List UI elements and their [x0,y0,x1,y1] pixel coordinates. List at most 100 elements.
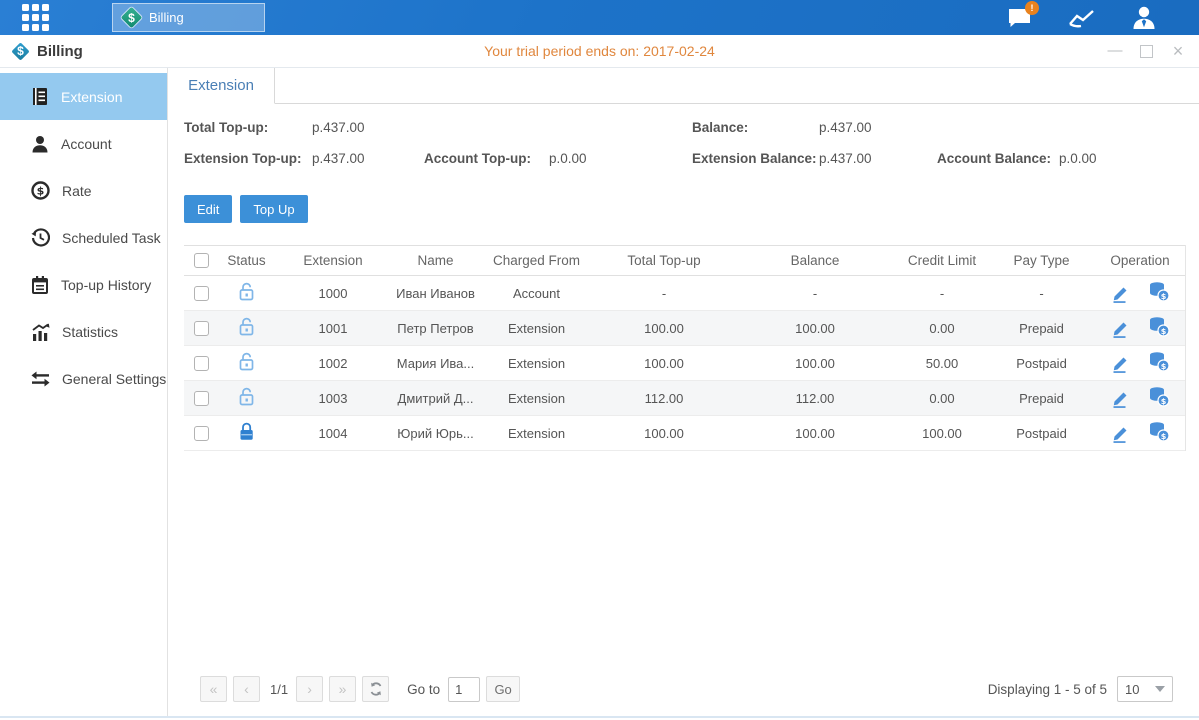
dollar-circle-icon: $ [31,181,50,200]
table-header-row: Status Extension Name Charged From Total… [184,246,1185,276]
edit-row-icon[interactable] [1110,316,1130,338]
window-title: Billing [37,43,83,60]
maximize-icon[interactable] [1140,45,1153,58]
first-page-button[interactable]: « [200,676,227,702]
tab-extension[interactable]: Extension [168,68,275,104]
sidebar-item-label: Account [61,136,112,152]
edit-row-icon[interactable] [1110,281,1130,303]
sidebar-item-account[interactable]: Account [0,120,167,167]
topup-row-icon[interactable]: $ [1148,386,1170,407]
sidebar: Extension Account $ Rate Scheduled Task … [0,68,168,716]
messages-icon[interactable]: ! [1003,5,1037,31]
row-checkbox[interactable] [194,426,209,441]
svg-text:$: $ [1161,362,1167,371]
displaying-text: Displaying 1 - 5 of 5 [988,682,1107,697]
column-extension: Extension [274,246,392,276]
lock-open-icon [237,316,256,337]
edit-row-icon[interactable] [1110,421,1130,443]
window-title-bar: $ Billing Your trial period ends on: 201… [0,35,1199,68]
sidebar-item-rate[interactable]: $ Rate [0,167,167,214]
notebook-icon [31,275,49,294]
column-pay-type: Pay Type [988,246,1095,276]
table-row: 1004 Юрий Юрь... Extension 100.00 100.00… [184,416,1185,451]
trial-notice: Your trial period ends on: 2017-02-24 [0,43,1199,59]
column-balance: Balance [734,246,896,276]
select-all-checkbox[interactable] [194,253,209,268]
minimize-icon[interactable]: — [1106,42,1124,60]
notification-badge: ! [1025,1,1039,15]
next-page-button[interactable]: › [296,676,323,702]
top-bar: $ Billing ! [0,0,1199,35]
table-row: 1000 Иван Иванов Account - - - - $ [184,276,1185,311]
total-topup-label: Total Top-up: [184,118,312,138]
sidebar-item-label: Scheduled Task [62,230,161,246]
sidebar-item-label: Statistics [62,324,118,340]
person-icon [31,135,49,153]
sidebar-item-scheduled-task[interactable]: Scheduled Task [0,214,167,261]
edit-row-icon[interactable] [1110,386,1130,408]
balance-label: Balance: [692,118,819,138]
lock-open-icon [237,351,256,372]
last-page-button[interactable]: » [329,676,356,702]
sidebar-item-general-settings[interactable]: General Settings [0,355,167,402]
row-checkbox[interactable] [194,321,209,336]
chevron-down-icon [1155,686,1165,692]
page-size-select[interactable]: 10 [1117,676,1173,702]
row-checkbox[interactable] [194,286,209,301]
app-launcher-grid-icon[interactable] [0,0,70,35]
sidebar-item-statistics[interactable]: Statistics [0,308,167,355]
column-operation: Operation [1095,246,1185,276]
page-size-value: 10 [1125,682,1139,697]
edit-button[interactable]: Edit [184,195,232,223]
column-total-topup: Total Top-up [594,246,734,276]
ledger-icon [31,87,49,106]
account-balance-label: Account Balance: [937,149,1059,169]
sidebar-item-label: General Settings [62,371,166,387]
table-row: 1001 Петр Петров Extension 100.00 100.00… [184,311,1185,346]
svg-text:$: $ [1161,292,1167,301]
goto-page-input[interactable] [448,677,480,702]
lock-open-icon [237,281,256,302]
extension-balance-value: p.437.00 [819,149,937,169]
extension-balance-label: Extension Balance: [692,149,819,169]
column-credit-limit: Credit Limit [896,246,988,276]
row-checkbox[interactable] [194,391,209,406]
go-button[interactable]: Go [486,676,520,702]
total-topup-value: p.437.00 [312,118,365,138]
table-row: 1002 Мария Ива... Extension 100.00 100.0… [184,346,1185,381]
task-tab-billing[interactable]: $ Billing [112,3,265,32]
topup-row-icon[interactable]: $ [1148,351,1170,372]
extension-topup-label: Extension Top-up: [184,149,312,169]
task-tab-label: Billing [149,10,184,25]
svg-text:$: $ [1161,432,1167,441]
sliders-icon [31,371,50,387]
lock-closed-icon [237,421,256,442]
bar-chart-icon [31,323,50,341]
page-indicator: 1/1 [270,682,288,697]
topup-row-icon[interactable]: $ [1148,421,1170,442]
sidebar-item-topup-history[interactable]: Top-up History [0,261,167,308]
sidebar-item-label: Rate [62,183,92,199]
refresh-button[interactable] [362,676,389,702]
prev-page-button[interactable]: ‹ [233,676,260,702]
sidebar-item-extension[interactable]: Extension [0,73,167,120]
user-account-icon[interactable] [1127,5,1161,31]
topup-row-icon[interactable]: $ [1148,281,1170,302]
table-row: 1003 Дмитрий Д... Extension 112.00 112.0… [184,381,1185,416]
monitor-chart-icon[interactable] [1065,5,1099,31]
sidebar-item-label: Top-up History [61,277,151,293]
tab-bar: Extension [168,68,1199,104]
top-up-button[interactable]: Top Up [240,195,307,223]
row-checkbox[interactable] [194,356,209,371]
svg-text:$: $ [1161,327,1167,336]
edit-row-icon[interactable] [1110,351,1130,373]
topup-row-icon[interactable]: $ [1148,316,1170,337]
extension-table: Status Extension Name Charged From Total… [184,245,1186,451]
account-balance-value: p.0.00 [1059,149,1097,169]
balance-summary: Total Top-up: p.437.00 Balance: p.437.00… [184,118,1186,169]
svg-text:$: $ [37,185,45,198]
column-name: Name [392,246,479,276]
close-icon[interactable]: × [1169,42,1187,60]
history-clock-icon [31,228,50,247]
sidebar-item-label: Extension [61,89,122,105]
